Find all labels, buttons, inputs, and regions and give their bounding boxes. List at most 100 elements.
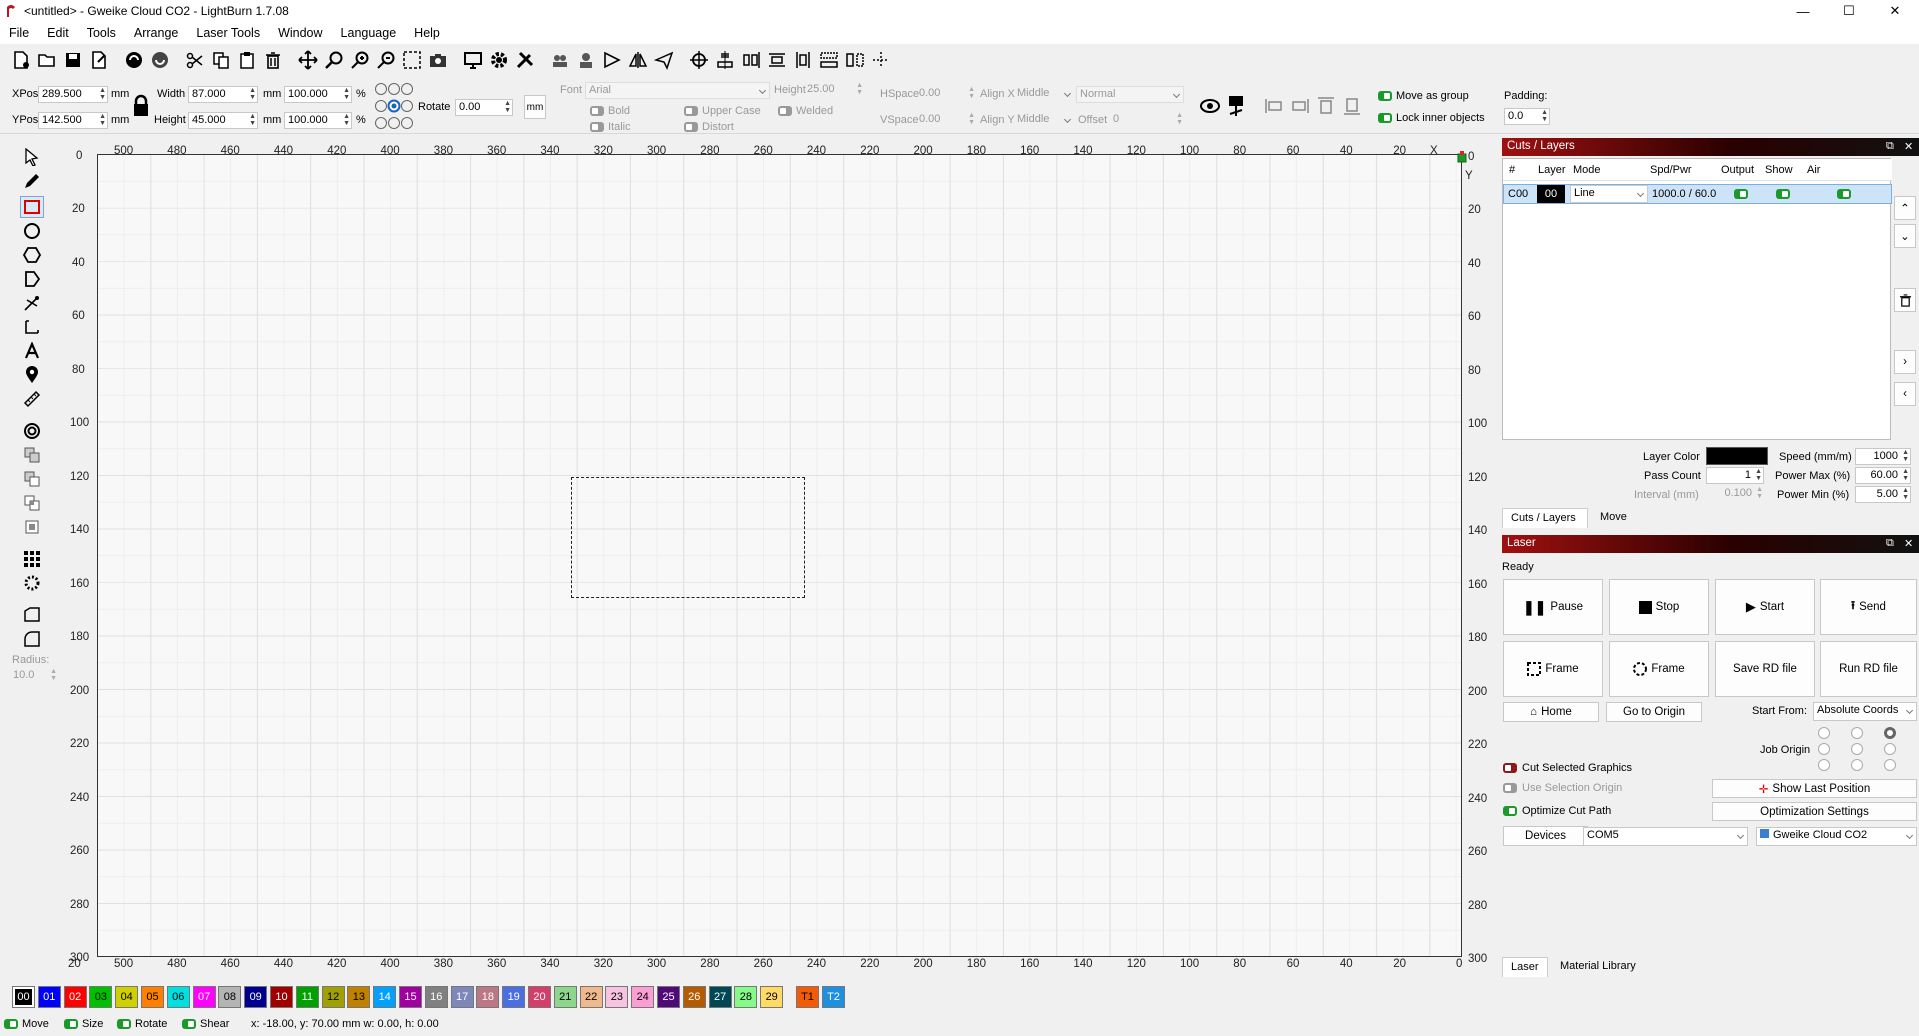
upper-case-toggle[interactable]	[684, 106, 698, 116]
job-origin-ml-radio[interactable]	[1818, 743, 1830, 755]
status-shear-toggle[interactable]	[182, 1019, 196, 1029]
power-min-input[interactable]: 5.00 ▲ ▼	[1855, 486, 1911, 503]
zoom-fit-button[interactable]	[321, 48, 346, 73]
palette-swatch-12[interactable]: 12	[321, 986, 345, 1008]
job-origin-bc-radio[interactable]	[1851, 759, 1863, 771]
palette-swatch-05[interactable]: 05	[141, 986, 164, 1008]
move-as-group-toggle[interactable]	[1378, 91, 1392, 101]
menu-arrange[interactable]: Arrange	[125, 26, 187, 40]
dock-button[interactable]	[868, 48, 893, 73]
hspace-input[interactable]: 0.00 ▲ ▼	[916, 86, 976, 103]
minimize-button[interactable]: —	[1780, 0, 1826, 22]
zoom-out-button[interactable]	[373, 48, 398, 73]
menu-laser-tools[interactable]: Laser Tools	[187, 26, 269, 40]
status-size-toggle[interactable]	[64, 1019, 78, 1029]
table-row[interactable]: C00 00 Line 1000.0 / 60.0	[1503, 184, 1892, 204]
palette-swatch-27[interactable]: 27	[708, 986, 732, 1008]
optimization-settings-button[interactable]: Optimization Settings	[1712, 802, 1917, 821]
palette-swatch-08[interactable]: 08	[218, 986, 242, 1008]
palette-swatch-20[interactable]: 20	[528, 986, 551, 1008]
align-left-edge-icon[interactable]	[1264, 98, 1284, 114]
boolean-subtract-tool[interactable]	[20, 468, 44, 490]
zoom-in-button[interactable]	[347, 48, 372, 73]
palette-swatch-19[interactable]: 19	[502, 986, 526, 1008]
palette-swatch-29[interactable]: 29	[760, 986, 784, 1008]
group-button[interactable]	[547, 48, 572, 73]
palette-swatch-01[interactable]: 01	[37, 986, 61, 1008]
palette-swatch-16[interactable]: 16	[424, 986, 448, 1008]
send-to-laser-button[interactable]	[651, 48, 676, 73]
job-origin-mr-radio[interactable]	[1884, 743, 1896, 755]
weld-tool[interactable]	[20, 516, 44, 538]
job-origin-tc-radio[interactable]	[1851, 727, 1863, 739]
delete-button[interactable]	[260, 48, 285, 73]
rotate-input[interactable]: 0.00 ▲ ▼	[455, 99, 513, 116]
tab-material-library[interactable]: Material Library	[1552, 957, 1644, 977]
row-show-toggle[interactable]	[1776, 189, 1790, 199]
palette-swatch-17[interactable]: 17	[450, 986, 474, 1008]
menu-help[interactable]: Help	[405, 26, 449, 40]
palette-swatch-15[interactable]: 15	[399, 986, 422, 1008]
boolean-union-tool[interactable]	[20, 444, 44, 466]
row-output-toggle[interactable]	[1734, 189, 1748, 199]
height-input[interactable]: 45.000 ▲ ▼	[188, 112, 258, 129]
run-rd-button[interactable]: Run RD file	[1820, 641, 1917, 697]
palette-swatch-03[interactable]: 03	[89, 986, 113, 1008]
palette-swatch-T2[interactable]: T2	[822, 986, 845, 1008]
devices-button[interactable]: Devices	[1503, 826, 1588, 846]
machine-settings-button[interactable]	[512, 48, 537, 73]
measure-tool[interactable]	[20, 388, 44, 410]
pass-count-input[interactable]: 1 ▲ ▼	[1706, 467, 1764, 484]
palette-swatch-13[interactable]: 13	[347, 986, 371, 1008]
save-as-button[interactable]	[86, 48, 111, 73]
frame-rect-button[interactable]: Frame	[1503, 641, 1603, 697]
job-origin-bl-radio[interactable]	[1818, 759, 1830, 771]
layer-move-up-button[interactable]: ⌃	[1894, 196, 1916, 220]
xpos-input[interactable]: 289.500 ▲ ▼	[38, 86, 108, 103]
close-window-button[interactable]: ✕	[1872, 0, 1918, 22]
align-right-edge-icon[interactable]	[1290, 98, 1310, 114]
move-tool-button[interactable]	[295, 48, 320, 73]
circular-array-tool[interactable]	[20, 572, 44, 594]
menu-language[interactable]: Language	[332, 26, 406, 40]
job-origin-mc-radio[interactable]	[1851, 743, 1863, 755]
cut-button[interactable]	[182, 48, 207, 73]
row-mode-select[interactable]: Line	[1570, 185, 1648, 203]
italic-toggle[interactable]	[590, 122, 604, 132]
bold-toggle[interactable]	[590, 106, 604, 116]
ellipse-tool[interactable]	[20, 220, 44, 242]
palette-swatch-26[interactable]: 26	[682, 986, 706, 1008]
interval-input[interactable]: 0.100 ▲ ▼	[1706, 486, 1764, 503]
align-x-select[interactable]: Middle	[1014, 86, 1074, 103]
stop-button[interactable]: Stop	[1609, 579, 1709, 635]
palette-swatch-23[interactable]: 23	[605, 986, 629, 1008]
eye-preview-icon[interactable]	[1200, 96, 1220, 116]
text-style-select[interactable]: Normal	[1076, 86, 1184, 103]
palette-swatch-25[interactable]: 25	[657, 986, 680, 1008]
save-rd-button[interactable]: Save RD file	[1715, 641, 1815, 697]
laser-head-icon[interactable]	[1226, 94, 1248, 118]
align-bottom-edge-icon[interactable]	[1342, 96, 1362, 116]
corner-tool[interactable]	[20, 316, 44, 338]
scale-height-input[interactable]: 100.000 ▲ ▼	[284, 112, 352, 129]
rectangle-tool[interactable]	[20, 196, 44, 218]
lock-inner-toggle[interactable]	[1378, 113, 1392, 123]
menu-window[interactable]: Window	[269, 26, 331, 40]
cuts-panel-float-icon[interactable]: ⧉	[1886, 140, 1894, 153]
welded-toggle[interactable]	[778, 106, 792, 116]
distribute-4-button[interactable]	[842, 48, 867, 73]
palette-swatch-04[interactable]: 04	[115, 986, 139, 1008]
layer-collapse-button[interactable]: ‹	[1894, 382, 1916, 406]
status-rotate-toggle[interactable]	[117, 1019, 131, 1029]
distribute-1-button[interactable]	[764, 48, 789, 73]
edit-nodes-tool[interactable]	[20, 292, 44, 314]
port-select[interactable]: COM5	[1583, 827, 1748, 846]
palette-swatch-09[interactable]: 09	[244, 986, 268, 1008]
camera-button[interactable]	[425, 48, 450, 73]
width-input[interactable]: 87.000 ▲ ▼	[188, 86, 258, 103]
send-button[interactable]: ⭱ Send	[1820, 579, 1917, 635]
position-laser-tool[interactable]	[20, 364, 44, 386]
open-file-button[interactable]	[34, 48, 59, 73]
import-button[interactable]	[121, 48, 146, 73]
palette-swatch-02[interactable]: 02	[63, 986, 87, 1008]
